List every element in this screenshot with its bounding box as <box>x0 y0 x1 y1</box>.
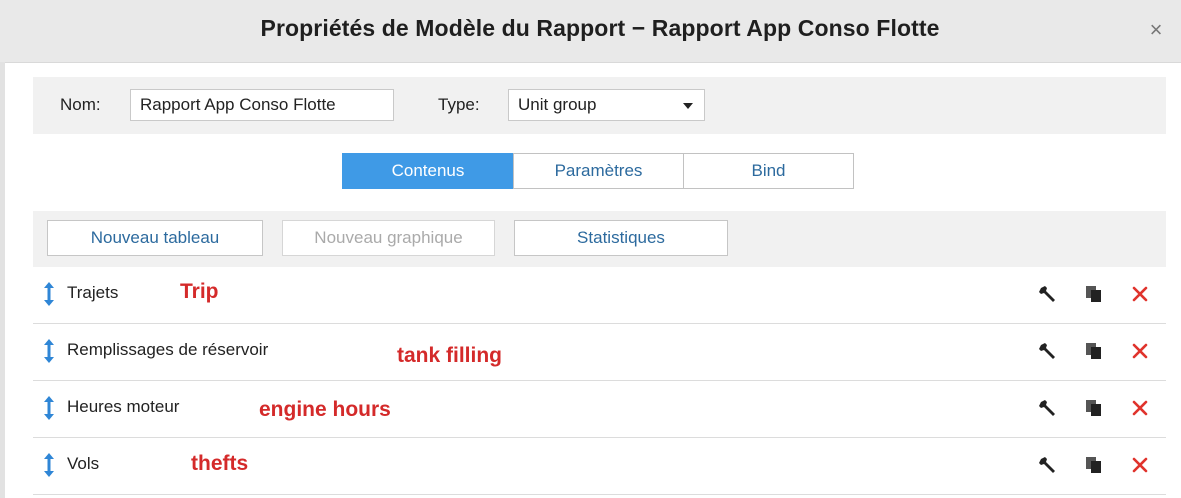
dialog-titlebar: Propriétés de Modèle du Rapport − Rappor… <box>0 0 1181 63</box>
list-item-label: Trajets <box>67 283 119 302</box>
list-item: Vols thefts <box>33 438 1166 495</box>
type-select-value: Unit group <box>518 95 597 114</box>
wrench-icon[interactable] <box>1037 340 1059 362</box>
list-item: Remplissages de réservoir tank filling <box>33 324 1166 381</box>
delete-icon[interactable] <box>1129 454 1151 476</box>
vertical-arrows-icon[interactable] <box>43 452 55 478</box>
tab-contenus[interactable]: Contenus <box>342 153 514 189</box>
name-label: Nom: <box>60 95 101 114</box>
annotation-note: tank filling <box>397 344 502 367</box>
annotation-note: engine hours <box>259 398 391 421</box>
delete-icon[interactable] <box>1129 340 1151 362</box>
wrench-icon[interactable] <box>1037 454 1059 476</box>
delete-icon[interactable] <box>1129 397 1151 419</box>
content-toolbar: Nouveau tableau Nouveau graphique Statis… <box>33 211 1166 267</box>
statistics-button[interactable]: Statistiques <box>514 220 728 256</box>
list-item: Trajets Trip <box>33 267 1166 324</box>
type-label: Type: <box>438 95 480 114</box>
dialog-left-border <box>0 62 5 498</box>
new-table-button[interactable]: Nouveau tableau <box>47 220 263 256</box>
tab-bind[interactable]: Bind <box>683 153 854 189</box>
wrench-icon[interactable] <box>1037 283 1059 305</box>
list-item: Heures moteur engine hours <box>33 381 1166 438</box>
chevron-down-icon <box>683 103 693 109</box>
new-chart-button: Nouveau graphique <box>282 220 495 256</box>
tab-parametres[interactable]: Paramètres <box>513 153 684 189</box>
close-icon[interactable]: × <box>1143 17 1169 43</box>
vertical-arrows-icon[interactable] <box>43 281 55 307</box>
annotation-note: Trip <box>180 280 219 303</box>
tab-bar: Contenus Paramètres Bind <box>342 153 854 189</box>
type-select[interactable]: Unit group <box>508 89 705 121</box>
dialog-title: Propriétés de Modèle du Rapport − Rappor… <box>260 15 940 41</box>
annotation-note: thefts <box>191 452 249 475</box>
vertical-arrows-icon[interactable] <box>43 338 55 364</box>
wrench-icon[interactable] <box>1037 397 1059 419</box>
copy-icon[interactable] <box>1083 454 1105 476</box>
copy-icon[interactable] <box>1083 397 1105 419</box>
name-input[interactable] <box>130 89 394 121</box>
list-item-label: Vols <box>67 454 100 473</box>
list-item-label: Remplissages de réservoir <box>67 340 269 359</box>
delete-icon[interactable] <box>1129 283 1151 305</box>
copy-icon[interactable] <box>1083 340 1105 362</box>
name-type-bar: Nom: Type: Unit group <box>33 77 1166 134</box>
list-item-label: Heures moteur <box>67 397 180 416</box>
copy-icon[interactable] <box>1083 283 1105 305</box>
vertical-arrows-icon[interactable] <box>43 395 55 421</box>
